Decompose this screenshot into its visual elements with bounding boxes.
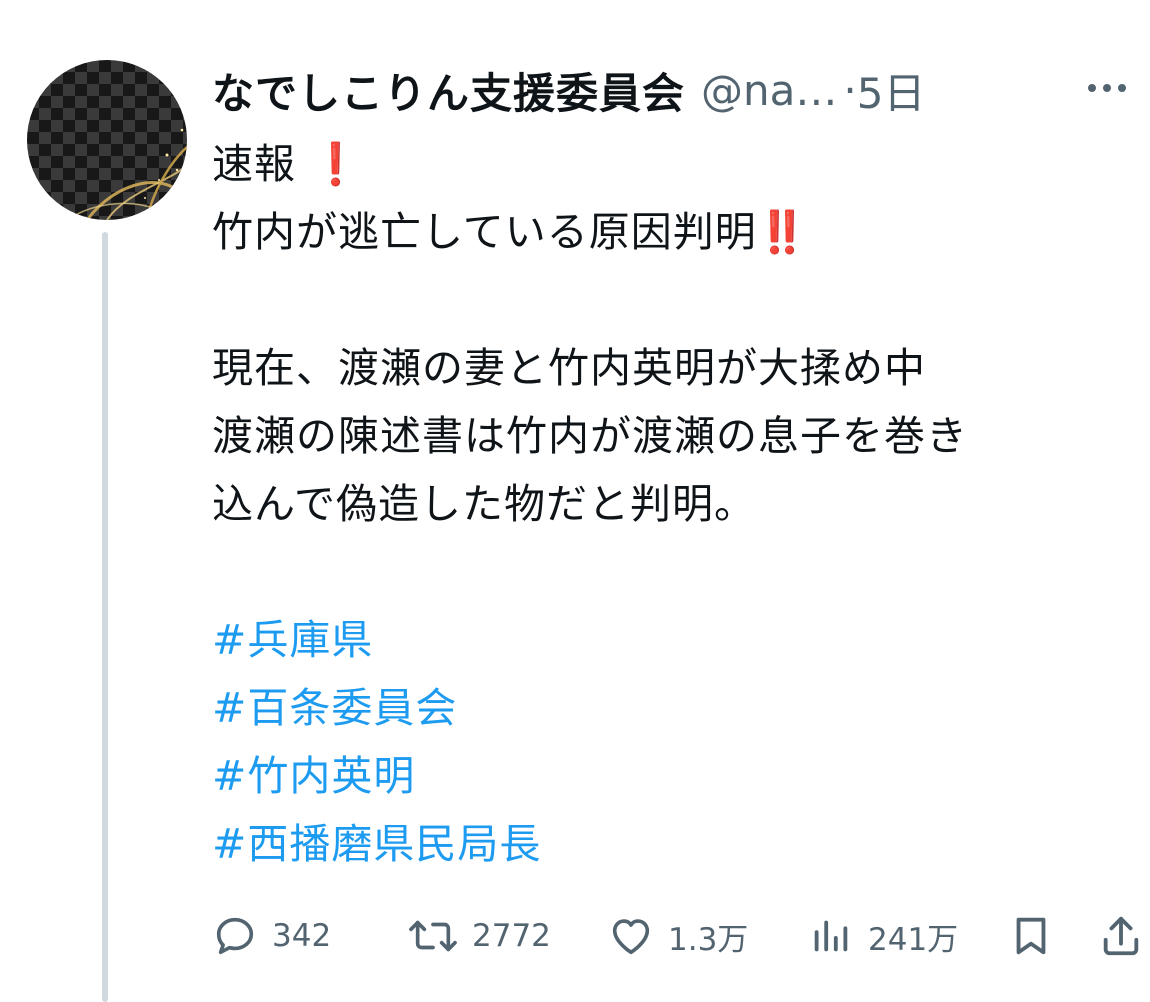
reply-icon <box>216 917 254 955</box>
hashtag-link[interactable]: #百条委員会 <box>212 674 1132 742</box>
post-line: 込んで偽造した物だと判明。 <box>212 480 756 528</box>
post-line: 現在、渡瀬の妻と竹内英明が大揉め中 <box>212 344 926 392</box>
double-exclamation-emoji: ‼️ <box>756 208 809 256</box>
bookmark-button[interactable] <box>1008 910 1054 962</box>
heart-icon <box>612 919 650 955</box>
reply-button[interactable]: 342 <box>212 910 331 962</box>
repost-button[interactable]: 2772 <box>408 910 551 962</box>
post-line-blank <box>212 538 1132 606</box>
more-button[interactable] <box>1082 68 1132 108</box>
views-count: 241万 <box>868 921 959 958</box>
avatar[interactable] <box>27 60 187 220</box>
separator-dot: · <box>843 65 857 115</box>
hashtag-link[interactable]: #西播磨県民局長 <box>212 810 1132 878</box>
post-line-text: 速報 <box>212 140 296 188</box>
thread-line <box>102 232 108 1002</box>
hashtag-link[interactable]: #竹内英明 <box>212 742 1132 810</box>
views-icon <box>814 920 848 952</box>
share-button[interactable] <box>1098 910 1144 962</box>
post-line: 速報 ❗ <box>212 130 1132 198</box>
post-time[interactable]: 5日 <box>857 60 926 121</box>
more-icon <box>1088 84 1126 92</box>
post-line-text: 竹内が逃亡している原因判明 <box>212 208 757 256</box>
like-count: 1.3万 <box>668 921 749 958</box>
avatar-gold-swirl <box>66 128 187 220</box>
repost-count: 2772 <box>472 918 551 954</box>
repost-icon <box>409 920 457 952</box>
post-header: なでしこりん支援委員会 @na… · 5日 <box>212 60 1132 120</box>
like-button[interactable]: 1.3万 <box>608 910 748 962</box>
post-line-blank <box>212 266 1132 334</box>
user-handle[interactable]: @na… <box>701 66 837 115</box>
post-line: 竹内が逃亡している原因判明‼️ <box>212 198 1132 266</box>
share-icon <box>1103 916 1139 956</box>
action-bar: 342 2772 1.3万 241万 <box>212 910 1147 962</box>
hashtag-link[interactable]: #兵庫県 <box>212 606 1132 674</box>
exclamation-emoji: ❗ <box>310 140 363 188</box>
bookmark-icon <box>1016 917 1046 955</box>
post-body: 速報 ❗ 竹内が逃亡している原因判明‼️ 現在、渡瀬の妻と竹内英明が大揉め中 渡… <box>212 130 1132 878</box>
reply-count: 342 <box>272 918 332 954</box>
display-name[interactable]: なでしこりん支援委員会 <box>212 60 685 121</box>
views-button[interactable]: 241万 <box>808 910 958 962</box>
post-line: 渡瀬の陳述書は竹内が渡瀬の息子を巻き <box>212 412 968 460</box>
